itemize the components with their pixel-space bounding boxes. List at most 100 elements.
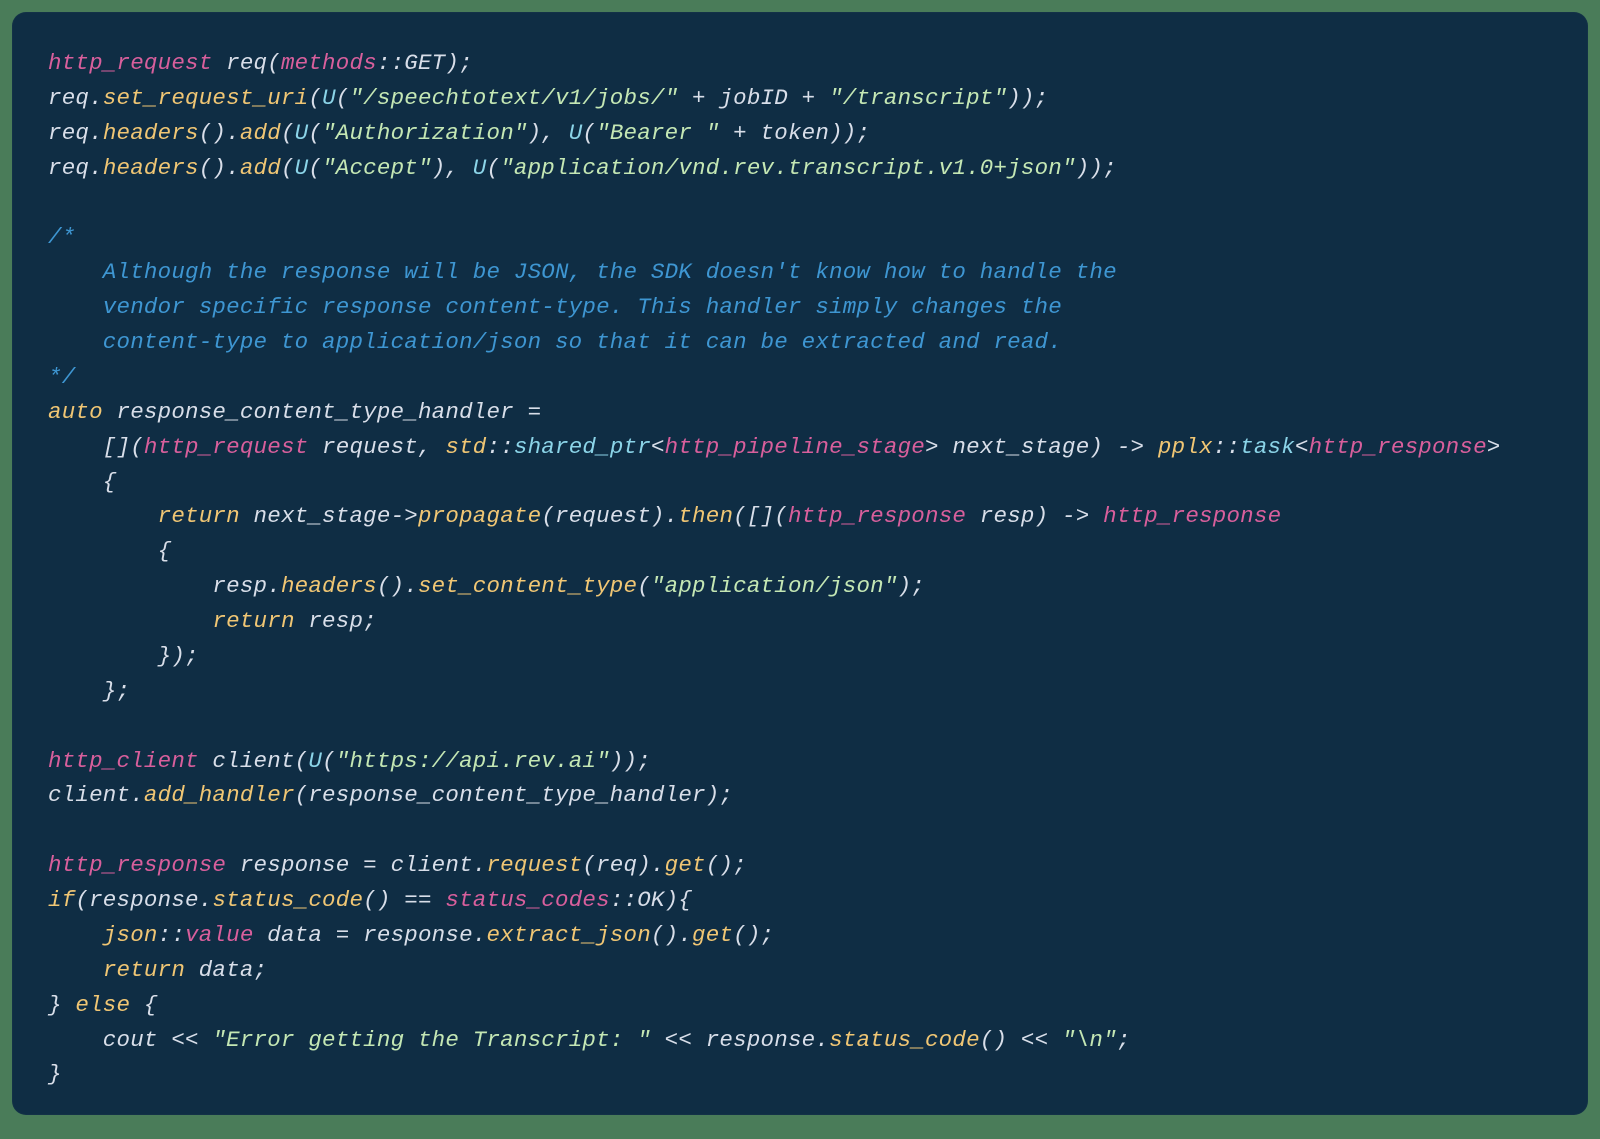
code-token: U [308, 748, 322, 774]
code-token: http_response [788, 503, 966, 529]
code-token: set_content_type [418, 573, 637, 599]
code-token: headers [281, 573, 377, 599]
code-token: req. [48, 155, 103, 181]
code-token [48, 922, 103, 948]
code-token: ( [308, 85, 322, 111]
code-token: ( [281, 155, 295, 181]
code-token: value [185, 922, 254, 948]
code-token: :: [487, 434, 514, 460]
code-token: U [473, 155, 487, 181]
code-token: "Accept" [322, 155, 432, 181]
code-token: > next_stage) -> [925, 434, 1158, 460]
code-token: pplx [1158, 434, 1213, 460]
code-token: return [212, 608, 294, 634]
code-token: http_response [1103, 503, 1281, 529]
code-token: U [322, 85, 336, 111]
code-token: request [486, 852, 582, 878]
code-token: > [1487, 434, 1501, 460]
code-panel: http_request req(methods::GET); req.set_… [12, 12, 1588, 1115]
code-token: req. [48, 85, 103, 111]
code-token: { [48, 538, 171, 564]
code-token: data; [185, 957, 267, 983]
code-token: ( [487, 155, 501, 181]
code-token: return [158, 503, 240, 529]
code-token: + token)); [719, 120, 870, 146]
code-token: (); [706, 852, 747, 878]
code-token: "Bearer " [596, 120, 719, 146]
code-token: std [445, 434, 486, 460]
code-token: req( [212, 50, 281, 76]
code-token: shared_ptr [514, 434, 651, 460]
code-token: else [75, 992, 130, 1018]
code-token: ( [336, 85, 350, 111]
code-token: ( [281, 120, 295, 146]
code-token: headers [103, 155, 199, 181]
comment-line: content-type to application/json so that… [48, 329, 1062, 355]
code-token: set_request_uri [103, 85, 309, 111]
code-token: http_pipeline_stage [665, 434, 925, 460]
code-token: http_response [1309, 434, 1487, 460]
code-token: )); [1007, 85, 1048, 111]
code-token: resp; [295, 608, 377, 634]
code-token: "https://api.rev.ai" [336, 748, 610, 774]
code-token: << response. [651, 1027, 829, 1053]
code-token: "Authorization" [322, 120, 528, 146]
code-token: ( [322, 748, 336, 774]
comment-line: /* [48, 224, 75, 250]
code-token: status_code [829, 1027, 980, 1053]
code-token: :: [158, 922, 185, 948]
code-token [48, 503, 158, 529]
code-token: (response_content_type_handler); [295, 782, 733, 808]
code-token: { [130, 992, 157, 1018]
code-token: return [103, 957, 185, 983]
comment-line: vendor specific response content-type. T… [48, 294, 1062, 320]
code-token: "Error getting the Transcript: " [212, 1027, 650, 1053]
code-token: } [48, 1061, 62, 1087]
code-token: []( [48, 434, 144, 460]
code-token: client. [48, 782, 144, 808]
code-token: ; [1117, 1027, 1131, 1053]
code-token: response = client. [226, 852, 486, 878]
code-token: () == [363, 887, 445, 913]
code-token: then [678, 503, 733, 529]
code-token: () << [980, 1027, 1062, 1053]
code-token: add [240, 155, 281, 181]
code-token: (request). [541, 503, 678, 529]
code-token: extract_json [486, 922, 650, 948]
code-token: (). [199, 155, 240, 181]
code-token: ( [637, 573, 651, 599]
code-token: "/speechtotext/v1/jobs/" [349, 85, 678, 111]
code-token: (); [733, 922, 774, 948]
code-token: U [295, 120, 309, 146]
code-token: ), [432, 155, 473, 181]
code-token: auto [48, 399, 103, 425]
code-token: cout << [48, 1027, 212, 1053]
code-token: )); [610, 748, 651, 774]
code-token: (). [651, 922, 692, 948]
code-token: http_response [48, 852, 226, 878]
code-token: client( [199, 748, 309, 774]
code-token: :: [1213, 434, 1240, 460]
code-token: if [48, 887, 75, 913]
code-token: ::OK){ [610, 887, 692, 913]
code-token: }; [48, 678, 130, 704]
code-token: status_code [212, 887, 363, 913]
code-token: }); [48, 643, 199, 669]
code-token: add [240, 120, 281, 146]
code-token: U [569, 120, 583, 146]
code-token: add_handler [144, 782, 295, 808]
code-token: request, [308, 434, 445, 460]
code-token: methods [281, 50, 377, 76]
code-token: get [692, 922, 733, 948]
code-token: req. [48, 120, 103, 146]
code-token: ([]( [733, 503, 788, 529]
code-token: ( [308, 120, 322, 146]
code-token: (). [377, 573, 418, 599]
code-token [48, 608, 212, 634]
comment-line: */ [48, 364, 75, 390]
code-token: propagate [418, 503, 541, 529]
code-token: ); [898, 573, 925, 599]
code-token: response_content_type_handler = [103, 399, 541, 425]
code-token: get [665, 852, 706, 878]
code-token: http_request [144, 434, 308, 460]
